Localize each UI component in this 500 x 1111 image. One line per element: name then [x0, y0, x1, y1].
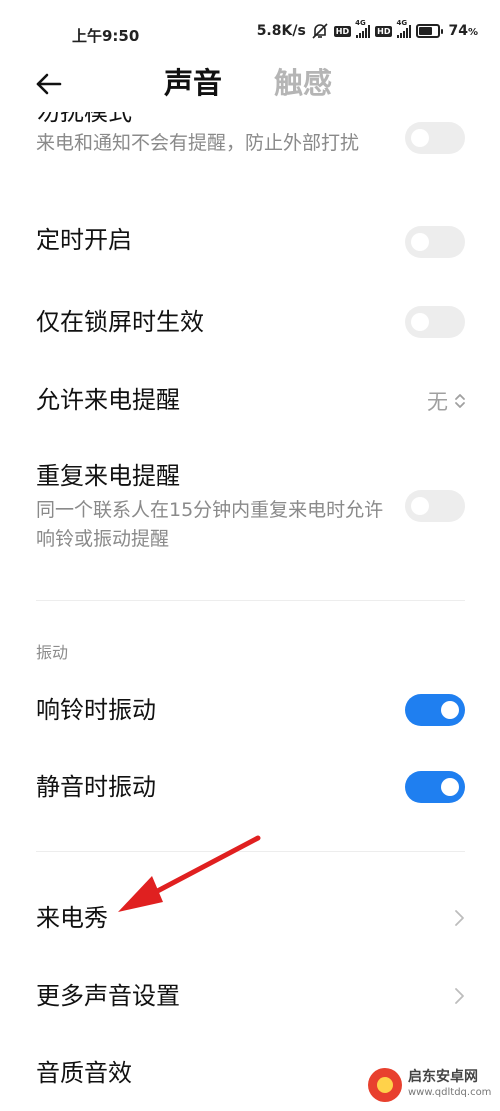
silent-vibrate-toggle[interactable]: [405, 771, 465, 803]
hd-icon: HD: [333, 25, 352, 37]
status-time: 上午9:50: [72, 27, 140, 45]
watermark-logo-icon: [368, 1068, 402, 1102]
divider: [36, 851, 465, 852]
mute-bell-icon: [312, 23, 328, 39]
chevron-up-down-icon: [455, 394, 465, 408]
hd-icon: HD: [375, 25, 393, 37]
back-arrow-icon[interactable]: [32, 66, 68, 102]
battery-percent: 74%: [448, 23, 478, 39]
ring-vibrate-title: 响铃时振动: [36, 696, 156, 724]
more-sound-title: 更多声音设置: [36, 982, 180, 1010]
scheduled-toggle[interactable]: [405, 226, 465, 258]
status-icons: 5.8K/s HD 4G HD 4G 74%: [256, 19, 478, 39]
settings-list[interactable]: 勿扰模式 来电和通知不会有提醒，防止外部打扰 定时开启 仅在锁屏时生效 允许来电…: [0, 112, 500, 1111]
dnd-toggle[interactable]: [405, 122, 465, 154]
network-speed: 5.8K/s: [256, 23, 306, 39]
allow-calls-value-text: 无: [427, 390, 448, 414]
signal-4g-icon: 4G: [396, 19, 412, 38]
dnd-title: 勿扰模式: [36, 112, 132, 126]
scheduled-title: 定时开启: [36, 226, 132, 254]
tab-sound[interactable]: 声音: [164, 64, 222, 102]
battery-fill: [419, 27, 433, 35]
allow-calls-title: 允许来电提醒: [36, 386, 180, 414]
battery-icon: [416, 24, 444, 38]
chevron-right-icon: [455, 988, 464, 1004]
repeat-calls-title: 重复来电提醒: [36, 462, 180, 490]
signal-4g-label: 4G: [396, 19, 408, 27]
allow-calls-value[interactable]: 无: [427, 386, 466, 416]
chevron-right-icon: [455, 910, 464, 926]
dnd-subtitle: 来电和通知不会有提醒，防止外部打扰: [36, 132, 360, 154]
status-bar: 上午9:50 5.8K/s HD 4G HD 4G 74%: [0, 0, 500, 66]
repeat-calls-toggle[interactable]: [405, 490, 465, 522]
signal-4g-icon: 4G: [355, 19, 371, 38]
repeat-calls-subtitle: 同一个联系人在15分钟内重复来电时允许响铃或振动提醒: [36, 499, 384, 550]
signal-4g-label: 4G: [355, 19, 366, 27]
divider: [36, 600, 465, 601]
watermark: 启东安卓网 www.qdltdq.com: [368, 1068, 491, 1102]
silent-vibrate-title: 静音时振动: [36, 773, 156, 801]
caller-show-title: 来电秀: [36, 904, 108, 932]
audio-quality-title: 音质音效: [36, 1059, 132, 1087]
header: 声音 触感: [0, 60, 500, 110]
section-vibration: 振动: [36, 643, 69, 662]
tab-haptic[interactable]: 触感: [274, 64, 332, 102]
ring-vibrate-toggle[interactable]: [405, 694, 465, 726]
watermark-name: 启东安卓网: [408, 1069, 478, 1085]
lock-only-title: 仅在锁屏时生效: [36, 308, 204, 336]
lock-only-toggle[interactable]: [405, 306, 465, 338]
watermark-url: www.qdltdq.com: [408, 1087, 492, 1098]
